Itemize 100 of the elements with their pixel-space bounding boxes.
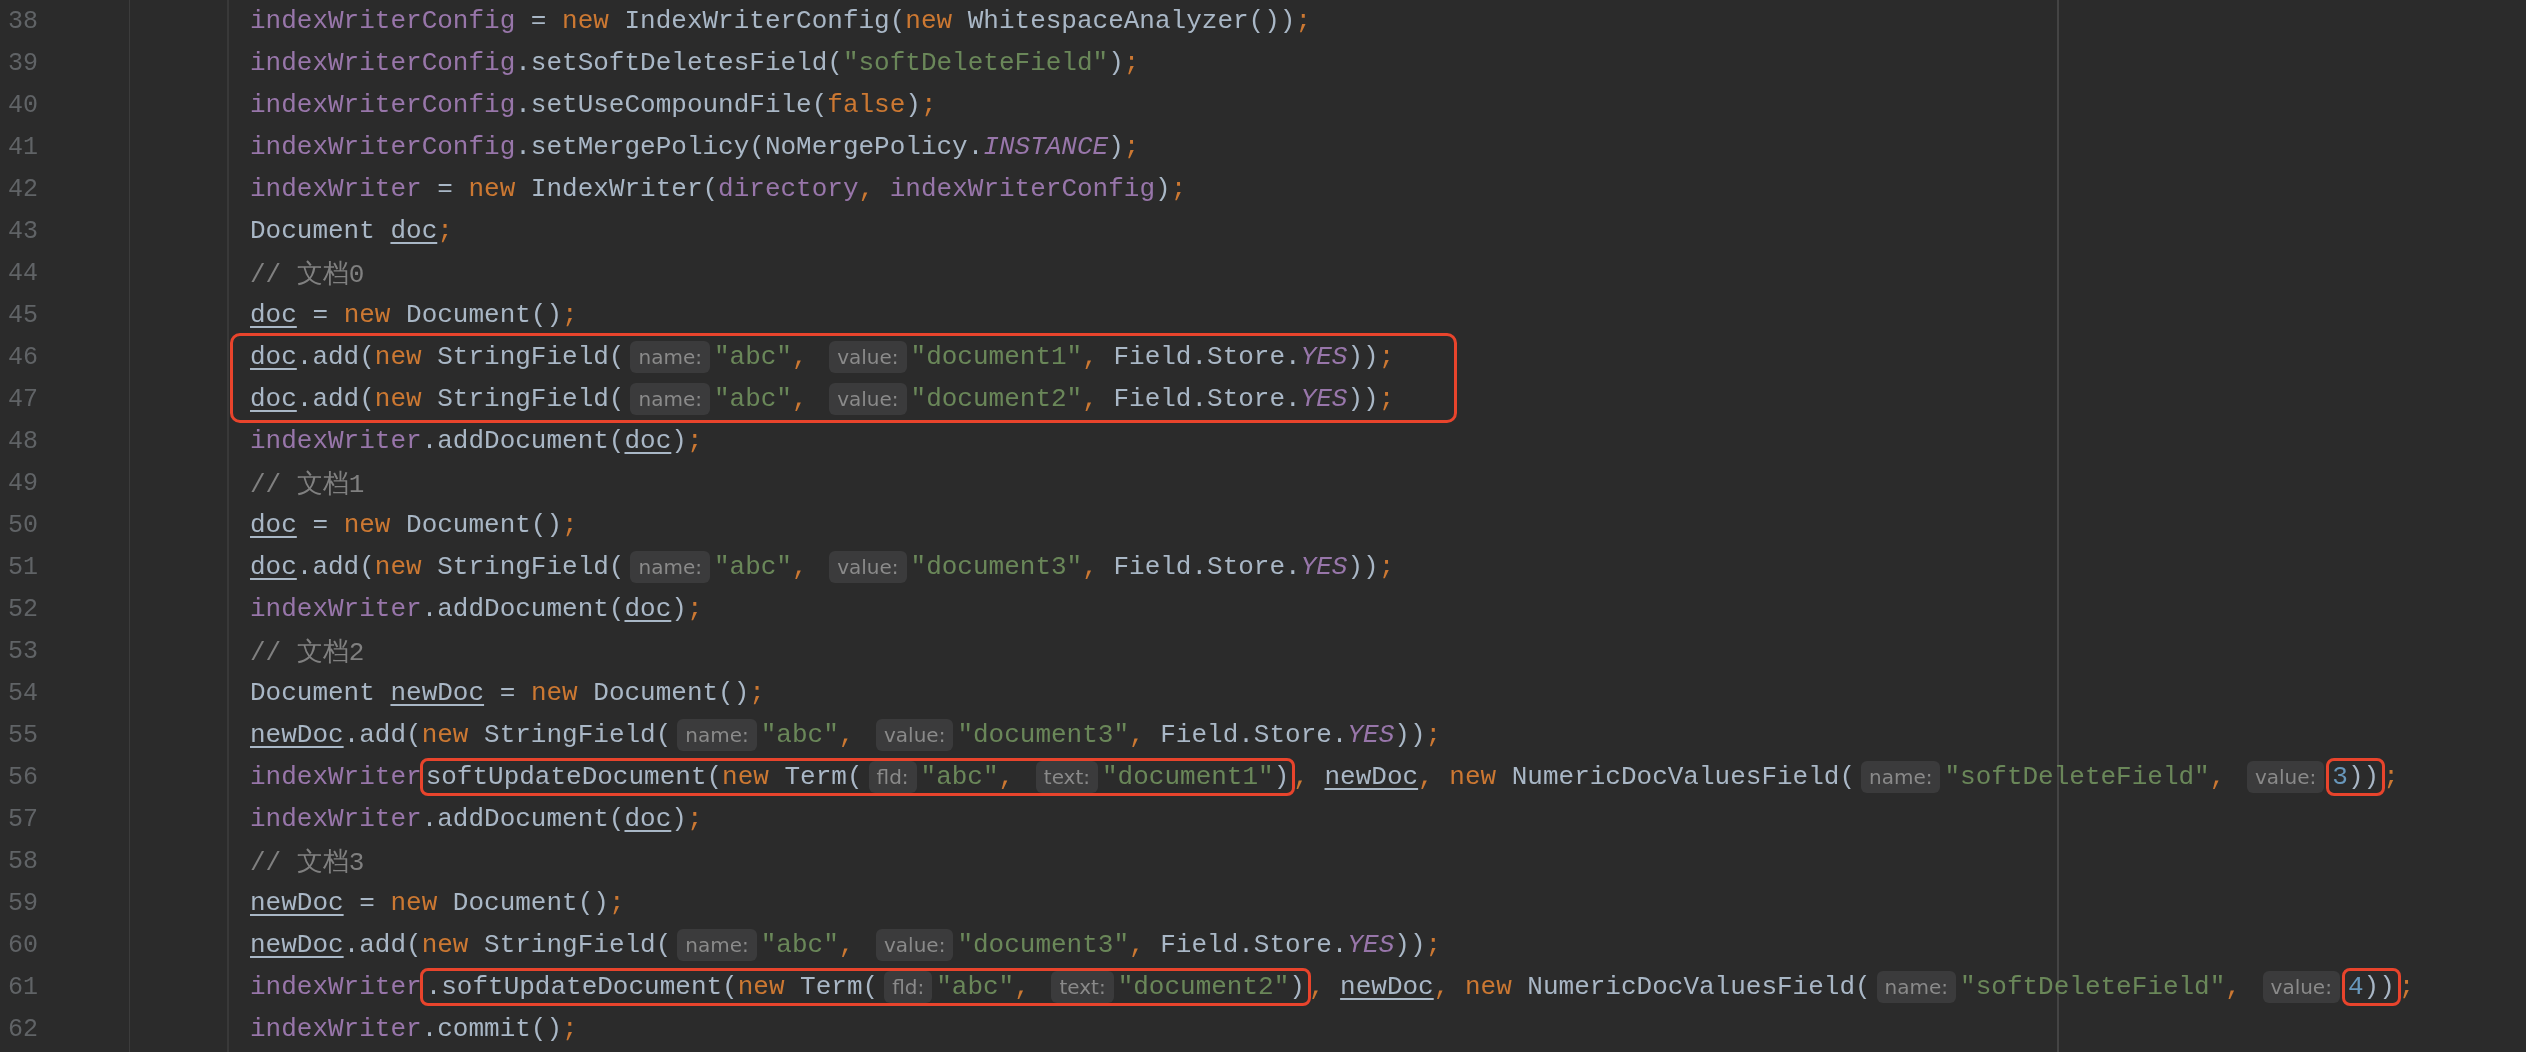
variable-name: doc	[250, 384, 297, 414]
string-literal: "abc"	[713, 342, 792, 372]
line-number: 58	[7, 845, 39, 878]
variable-name: newDoc	[1340, 972, 1434, 1002]
field-name: indexWriterConfig	[250, 132, 516, 162]
keyword: ;	[1378, 384, 1395, 414]
string-literal: "abc"	[760, 720, 839, 750]
code-text: softUpdateDocument(	[425, 762, 723, 792]
keyword: ,	[791, 342, 809, 372]
string-literal: "document2"	[1117, 972, 1290, 1002]
code-text: Document()	[405, 300, 563, 330]
code-text: IndexWriter(	[529, 174, 719, 204]
keyword: ;	[920, 90, 937, 120]
string-literal: "abc"	[713, 384, 792, 414]
keyword: ,	[2209, 762, 2227, 792]
keyword: ,	[1433, 972, 1451, 1002]
code-text: .addDocument(	[421, 426, 625, 456]
string-literal: "softDeleteField"	[1944, 762, 2210, 792]
parameter-hint: fld:	[884, 971, 933, 1003]
code-text: Term(	[783, 762, 863, 792]
line-number: 53	[7, 635, 39, 668]
code-text: ))	[1394, 720, 1426, 750]
variable-name: doc	[624, 426, 672, 456]
code-text: Term(	[799, 972, 879, 1002]
string-literal: "abc"	[760, 930, 839, 960]
code-text: StringField(	[483, 720, 672, 750]
code-text: Field.Store.	[1113, 384, 1301, 414]
string-literal: "document3"	[957, 720, 1129, 750]
keyword: ;	[1123, 132, 1140, 162]
code-comment: // 文档2	[250, 636, 365, 669]
variable-name: newDoc	[1324, 762, 1419, 792]
field-name: indexWriterConfig	[250, 48, 516, 78]
keyword: ;	[1378, 552, 1395, 582]
code-comment: // 文档3	[250, 846, 365, 879]
field-name: indexWriter	[250, 426, 422, 456]
code-text: )	[905, 90, 921, 120]
code-text: =	[311, 300, 330, 330]
parameter-hint: name:	[677, 929, 757, 961]
code-text: )	[671, 804, 687, 834]
code-text: =	[498, 678, 517, 708]
keyword: new	[374, 552, 422, 582]
string-literal: "softDeleteField"	[842, 48, 1109, 78]
keyword: ;	[2398, 972, 2415, 1002]
code-text: StringField(	[436, 552, 625, 582]
keyword: new	[737, 972, 785, 1002]
parameter-hint: name:	[1861, 761, 1941, 793]
keyword: ;	[1295, 6, 1311, 36]
code-text: ))	[1394, 930, 1426, 960]
parameter-hint: value:	[829, 551, 907, 583]
constant-name: INSTANCE	[983, 132, 1109, 162]
code-text: .addDocument(	[421, 804, 625, 834]
code-text: NumericDocValuesField(	[1510, 762, 1855, 792]
line-number: 61	[7, 971, 39, 1004]
code-text: .setUseCompoundFile(	[515, 90, 828, 120]
code-text: )	[1108, 132, 1124, 162]
code-text: Document()	[451, 888, 609, 918]
parameter-hint: name:	[1876, 971, 1957, 1003]
string-literal: "document3"	[957, 930, 1129, 960]
keyword: new	[374, 342, 422, 372]
line-number: 62	[7, 1013, 39, 1046]
code-text: Document	[250, 216, 376, 246]
keyword: ;	[686, 594, 703, 624]
line-number: 57	[7, 803, 39, 836]
keyword: ;	[562, 1014, 578, 1044]
keyword: new	[905, 6, 953, 36]
code-text: Field.Store.	[1113, 552, 1301, 582]
keyword: new	[421, 930, 469, 960]
variable-name: doc	[390, 216, 438, 246]
parameter-hint: value:	[876, 929, 954, 961]
parameter-hint: value:	[829, 341, 907, 373]
code-text: )	[1273, 762, 1290, 792]
keyword: new	[530, 678, 578, 708]
variable-name: doc	[250, 510, 297, 540]
string-literal: "document1"	[910, 342, 1083, 372]
field-name: indexWriter	[250, 594, 422, 624]
keyword: ,	[838, 930, 856, 960]
code-text: StringField(	[483, 930, 672, 960]
keyword: new	[343, 300, 391, 330]
line-number: 60	[7, 929, 39, 962]
variable-name: doc	[250, 300, 297, 330]
keyword: ;	[2383, 762, 2399, 792]
code-text: =	[436, 174, 454, 204]
keyword: ,	[998, 762, 1016, 792]
line-number: 39	[7, 47, 39, 80]
variable-name: doc	[624, 804, 672, 834]
code-text: )	[671, 426, 687, 456]
parameter-hint: value:	[2246, 761, 2325, 793]
line-number: 49	[7, 467, 39, 500]
parameter-hint: value:	[876, 719, 954, 751]
constant-name: YES	[1300, 342, 1348, 372]
parameter-hint: fld:	[868, 761, 917, 793]
line-number: 47	[7, 383, 39, 416]
keyword: ;	[1425, 720, 1442, 750]
constant-name: YES	[1347, 930, 1395, 960]
line-number: 44	[7, 257, 39, 290]
keyword: ,	[1082, 552, 1099, 582]
code-text: ))	[1347, 552, 1379, 582]
keyword: new	[343, 510, 391, 540]
keyword: ;	[562, 300, 578, 330]
code-text: ))	[1347, 342, 1379, 372]
